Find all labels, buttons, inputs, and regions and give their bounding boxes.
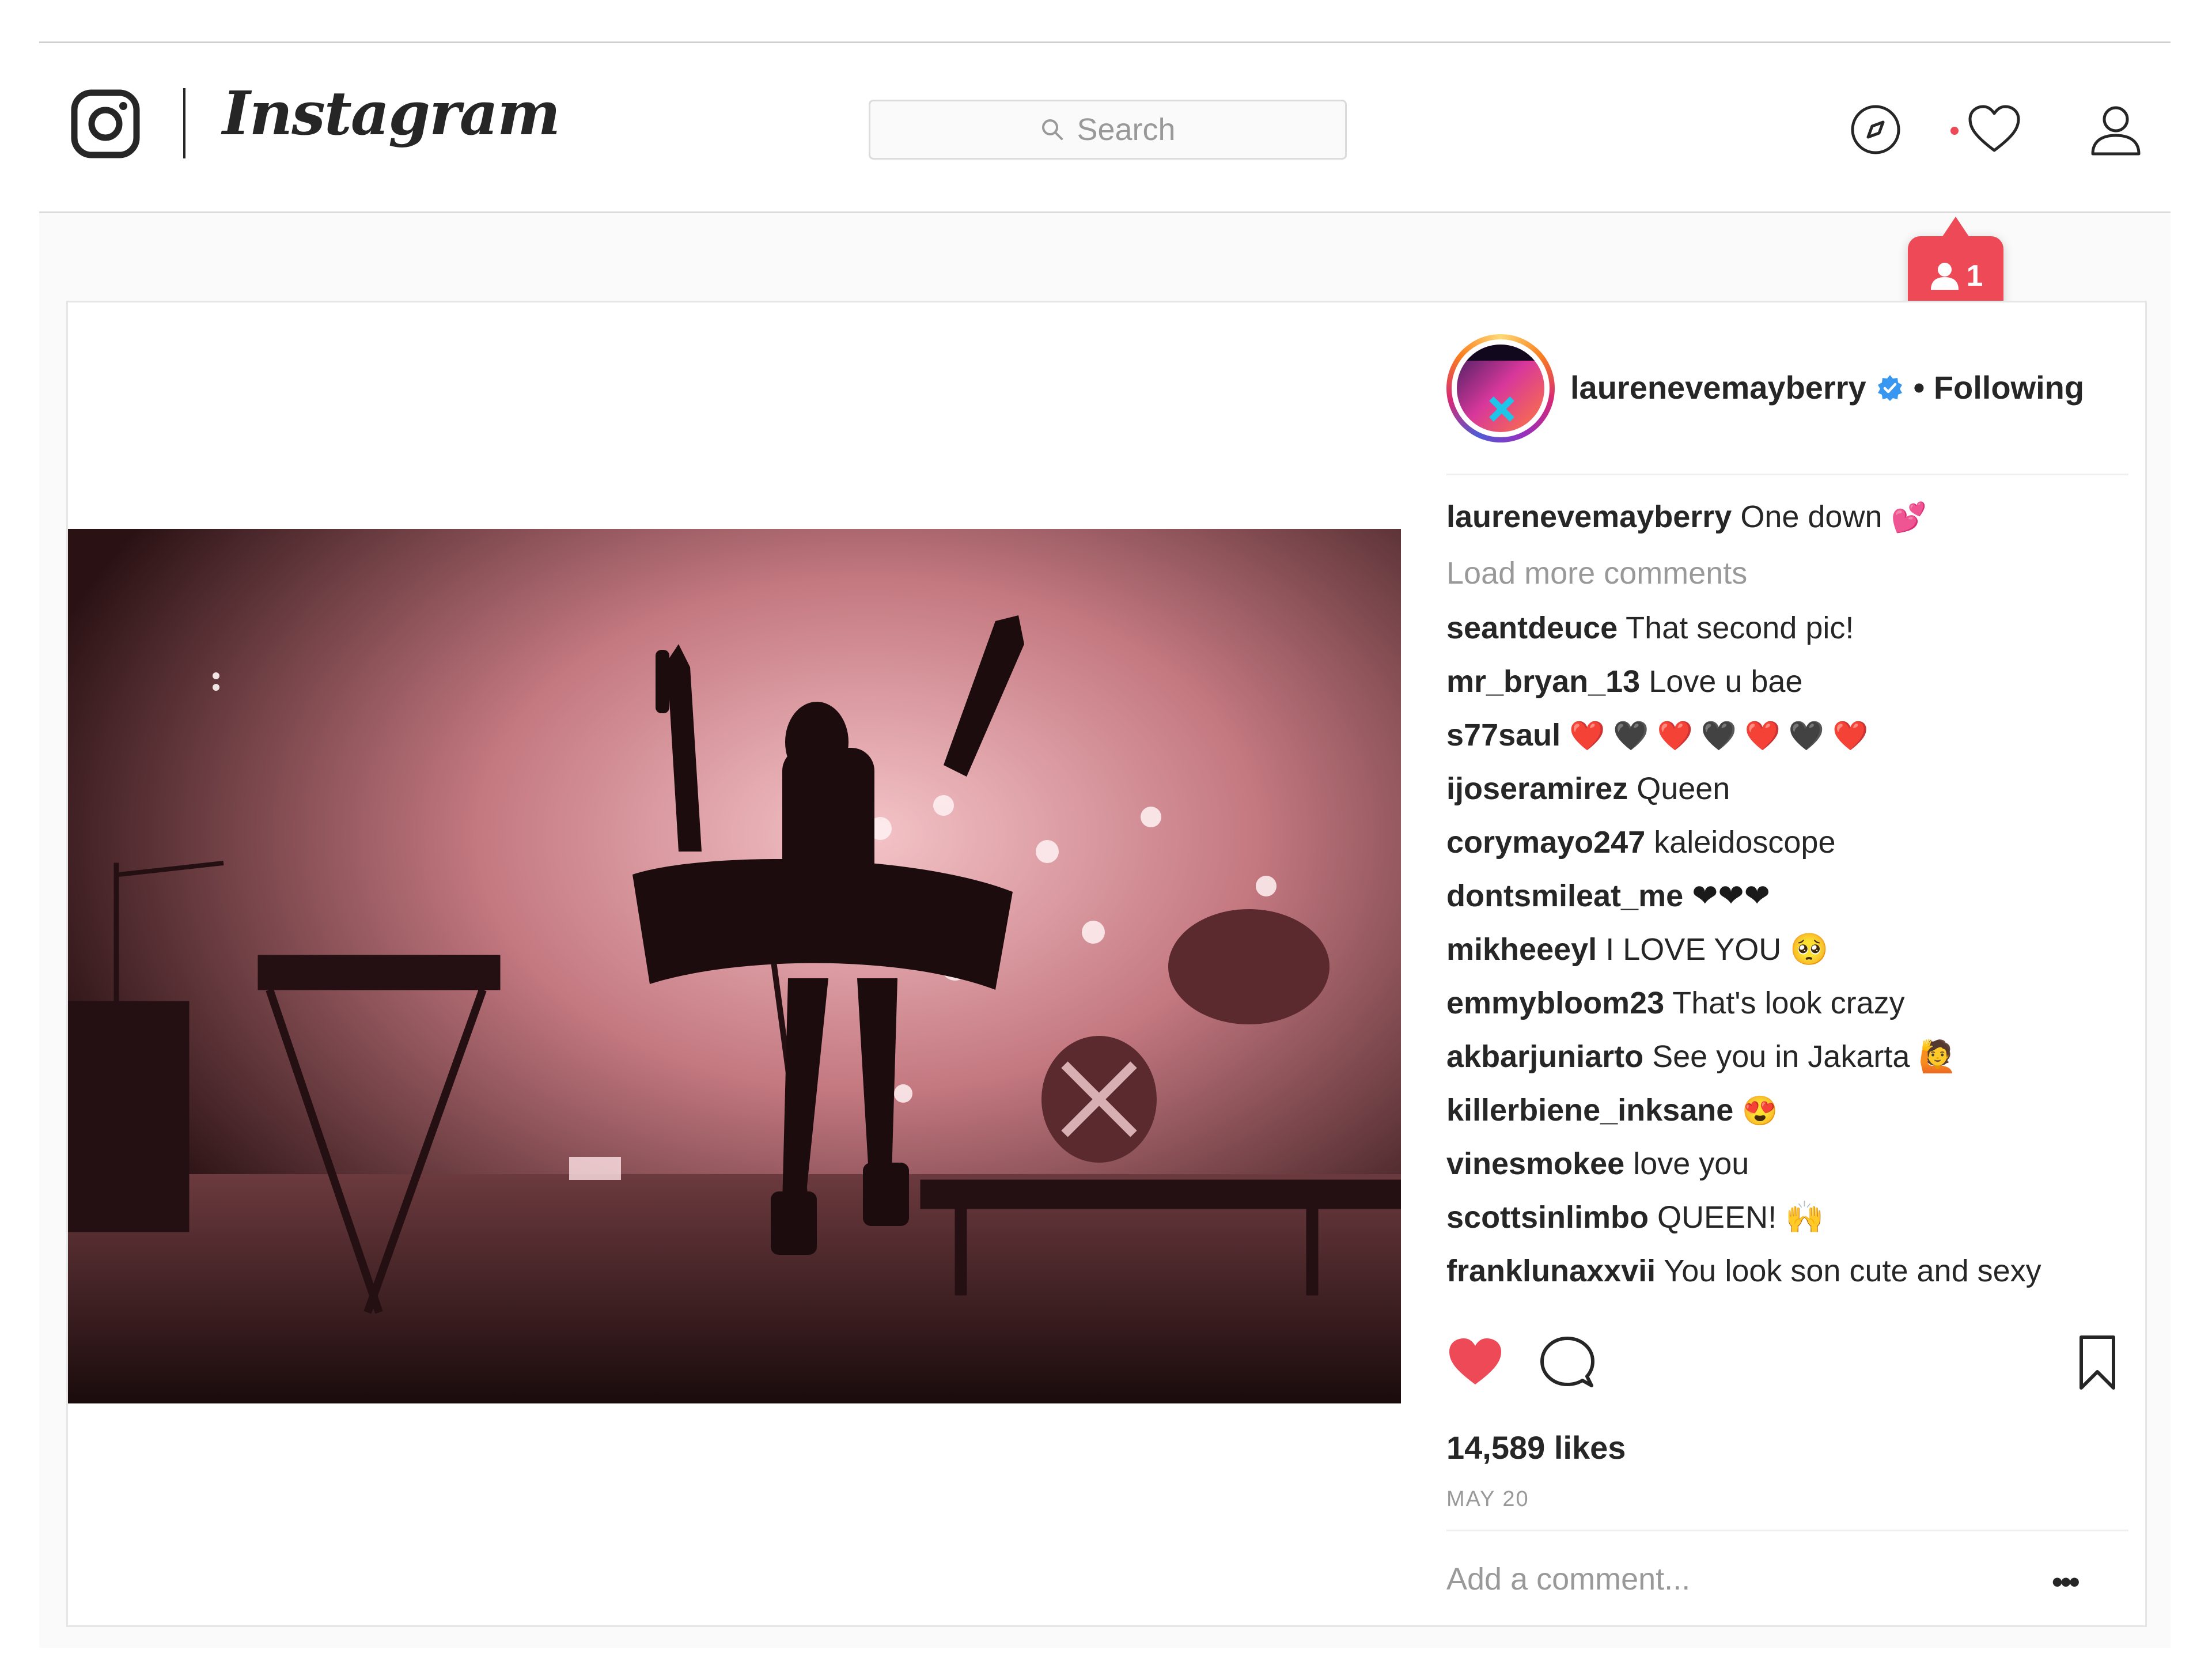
- post-date[interactable]: MAY 20: [1446, 1487, 1529, 1512]
- comment-box-divider: [1446, 1530, 2128, 1531]
- comment-row: emmybloom23 That's look crazy: [1446, 985, 2128, 1038]
- comment-text: QUEEN! 🙌: [1657, 1200, 1824, 1235]
- likes-count[interactable]: 14,589 likes: [1446, 1429, 1626, 1466]
- comment-text: 😍: [1742, 1095, 1778, 1127]
- bookmark-icon[interactable]: [2069, 1334, 2126, 1391]
- comment-text: Queen: [1637, 771, 1730, 806]
- header-divider: [1446, 474, 2128, 475]
- like-heart-icon[interactable]: [1446, 1334, 1504, 1391]
- comment-row: seantdeuce That second pic!: [1446, 610, 2128, 663]
- comment-row: akbarjuniarto See you in Jakarta 🙋: [1446, 1038, 2128, 1092]
- comment-row: s77saul ❤️ 🖤 ❤️ 🖤 ❤️ 🖤 ❤️: [1446, 717, 2128, 770]
- notification-count: 1: [1966, 259, 1983, 293]
- caption-text: One down: [1740, 500, 1883, 534]
- post-caption: laurenevemayberry One down 💕: [1446, 498, 2128, 536]
- comment-username[interactable]: s77saul: [1446, 718, 1560, 752]
- comment-text: That second pic!: [1626, 611, 1854, 645]
- comment-text: kaleidoscope: [1654, 825, 1836, 860]
- comments-list: laurenevemayberry One down 💕 Load more c…: [1446, 498, 2128, 1293]
- comment-text: ❤❤❤: [1692, 879, 1770, 913]
- avatar-story-ring[interactable]: [1446, 334, 1555, 442]
- heart-icon[interactable]: [1965, 101, 2023, 158]
- load-more-comments-link[interactable]: Load more comments: [1446, 555, 2128, 591]
- search-icon: [1042, 119, 1063, 140]
- caption-username[interactable]: laurenevemayberry: [1446, 500, 1732, 534]
- post-card: laurenevemayberry • Following laurenevem…: [66, 301, 2147, 1627]
- post-photo[interactable]: [68, 529, 1401, 1403]
- post-author-line: laurenevemayberry • Following: [1570, 369, 2084, 406]
- instagram-wordmark[interactable]: Instagram: [222, 78, 560, 149]
- comment-username[interactable]: akbarjuniarto: [1446, 1039, 1643, 1074]
- instagram-glyph-icon[interactable]: [71, 89, 140, 158]
- comment-text: That's look crazy: [1672, 986, 1905, 1020]
- following-status[interactable]: • Following: [1914, 369, 2084, 406]
- comment-text: See you in Jakarta 🙋: [1652, 1039, 1957, 1074]
- caption-emoji: 💕: [1891, 501, 1927, 533]
- add-comment-input[interactable]: Add a comment...: [1446, 1561, 1690, 1597]
- follower-icon: [1930, 263, 1959, 290]
- comment-row: ijoseramirez Queen: [1446, 770, 2128, 824]
- search-placeholder: Search: [1077, 112, 1176, 147]
- comment-text: love you: [1633, 1147, 1749, 1181]
- comment-row: corymayo247 kaleidoscope: [1446, 824, 2128, 877]
- notification-dot: [1950, 127, 1959, 135]
- comment-row: mikheeeyl I LOVE YOU 🥺: [1446, 931, 2128, 985]
- post-actions: [1446, 1334, 2128, 1403]
- comment-icon[interactable]: [1539, 1334, 1596, 1391]
- post-header: laurenevemayberry • Following: [1446, 334, 2128, 475]
- comment-row: scottsinlimbo QUEEN! 🙌: [1446, 1199, 2128, 1253]
- top-nav-bar: Instagram Search: [39, 43, 2171, 213]
- verified-badge-icon: [1877, 374, 1902, 401]
- person-icon[interactable]: [2087, 101, 2145, 158]
- comment-username[interactable]: dontsmileat_me: [1446, 879, 1683, 913]
- comment-text: Love u bae: [1649, 664, 1803, 699]
- search-input[interactable]: Search: [869, 100, 1347, 160]
- comment-username[interactable]: emmybloom23: [1446, 986, 1664, 1020]
- comment-row: dontsmileat_me ❤❤❤: [1446, 877, 2128, 931]
- comment-username[interactable]: scottsinlimbo: [1446, 1200, 1649, 1235]
- comment-username[interactable]: seantdeuce: [1446, 611, 1618, 645]
- comment-username[interactable]: mikheeeyl: [1446, 932, 1597, 967]
- comment-username[interactable]: mr_bryan_13: [1446, 664, 1640, 699]
- comment-row: killerbiene_inksane 😍: [1446, 1092, 2128, 1145]
- comment-username[interactable]: vinesmokee: [1446, 1147, 1624, 1181]
- compass-icon[interactable]: [1847, 101, 1904, 158]
- more-options-icon[interactable]: •••: [2052, 1564, 2092, 1599]
- comment-row: vinesmokee love you: [1446, 1145, 2128, 1199]
- comments-fade: [1446, 1293, 2128, 1303]
- author-username[interactable]: laurenevemayberry: [1570, 369, 1866, 406]
- comment-text: ❤️ 🖤 ❤️ 🖤 ❤️ 🖤 ❤️: [1569, 720, 1869, 752]
- comment-username[interactable]: franklunaxxvii: [1446, 1254, 1656, 1288]
- comment-row: mr_bryan_13 Love u bae: [1446, 663, 2128, 717]
- logo-divider: [183, 88, 185, 158]
- comment-username[interactable]: killerbiene_inksane: [1446, 1093, 1733, 1127]
- comment-username[interactable]: ijoseramirez: [1446, 771, 1628, 806]
- comment-row: franklunaxxvii You look son cute and sex…: [1446, 1253, 2128, 1293]
- comment-username[interactable]: corymayo247: [1446, 825, 1645, 860]
- comment-text: I LOVE YOU 🥺: [1605, 932, 1829, 967]
- avatar[interactable]: [1457, 345, 1544, 432]
- comment-text: You look son cute and sexy: [1664, 1254, 2041, 1288]
